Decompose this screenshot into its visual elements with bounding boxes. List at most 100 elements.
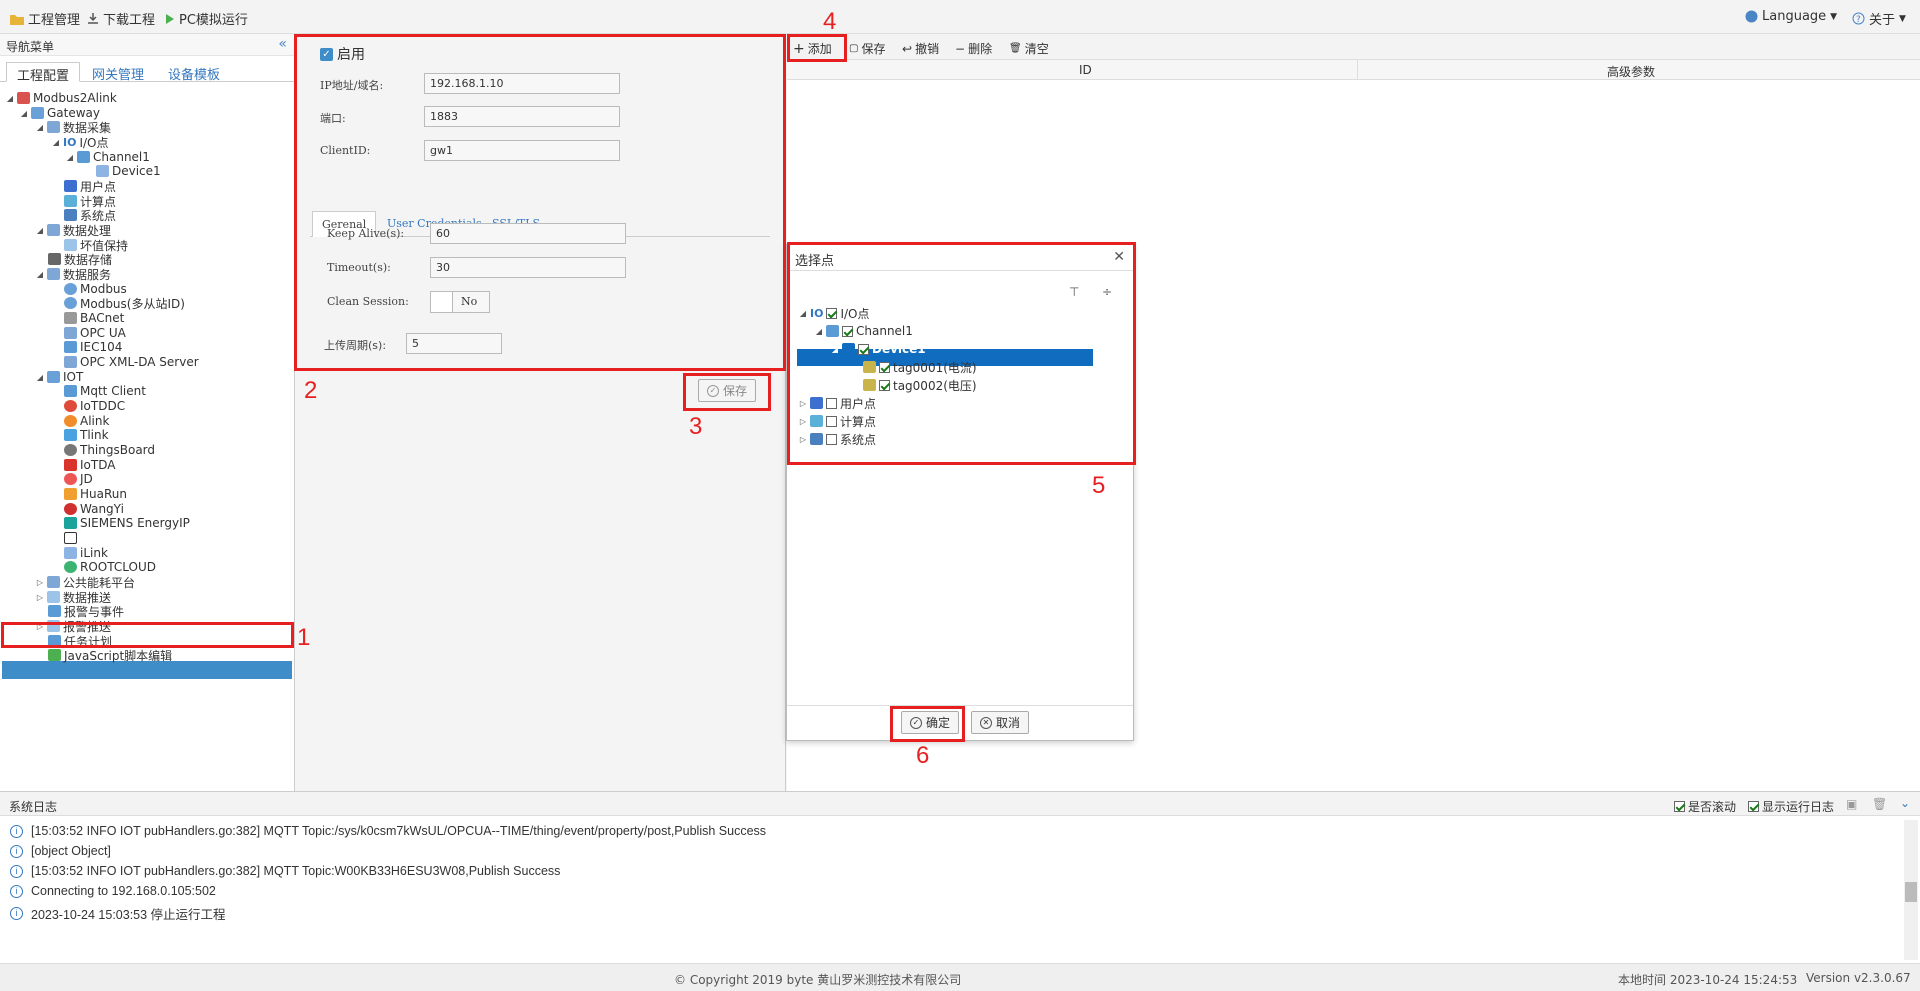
clean-session-label: Clean Session: (327, 295, 409, 308)
tag-icon (863, 361, 876, 373)
collapse-all-icon[interactable]: ÷ (1102, 285, 1112, 299)
upload-period-label: 上传周期(s): (324, 339, 387, 352)
toggle-value: No (461, 295, 478, 308)
annotation-number-1: 1 (297, 624, 311, 651)
about-label: 关于 (1869, 13, 1896, 28)
keepalive-field[interactable]: 60 (430, 223, 626, 244)
play-icon (166, 13, 174, 24)
annotation-number-6: 6 (916, 742, 930, 769)
checkbox-checked-icon[interactable] (879, 379, 890, 391)
collapse-log-icon[interactable]: ⌄ (1900, 796, 1910, 810)
enable-checkbox[interactable]: ✓ 启用 (320, 44, 365, 64)
about-menu[interactable]: ? 关于 ▼ (1852, 9, 1906, 28)
tree-label: ROOTCLOUD (80, 560, 156, 574)
io-icon: IO (63, 135, 77, 149)
info-icon: i (10, 844, 23, 858)
confirm-button[interactable]: ✓ 确定 (901, 711, 960, 734)
port-label: 端口: (320, 112, 346, 125)
col-advanced-header[interactable]: 高级参数 (1607, 63, 1655, 80)
device-icon (96, 165, 109, 177)
dlg-tree-io-points[interactable]: ◢ IO I/O点 (799, 304, 870, 322)
undo-button[interactable]: ↩ 撤销 (902, 40, 939, 57)
collapse-sidebar-icon[interactable]: « (278, 36, 287, 52)
auto-scroll-checkbox[interactable]: 是否滚动 (1674, 798, 1736, 815)
ulink-config-panel: ✓ 启用 IP地址/域名: 192.168.1.10 端口: 1883 Clie… (296, 34, 786, 791)
dlg-tree-device1[interactable]: ◢ Device1 (831, 340, 926, 358)
data-collection-icon (47, 121, 60, 133)
dlg-tree-system-points[interactable]: ▷ 系统点 (799, 430, 876, 448)
tree-label: I/O点 (840, 306, 870, 321)
user-points-icon (810, 397, 823, 409)
checkbox-checked-icon[interactable] (858, 343, 869, 355)
tree-label: 用户点 (840, 396, 877, 411)
tree-label: JD (80, 472, 93, 486)
export-log-icon[interactable]: ▣ (1846, 797, 1857, 811)
trash-icon[interactable]: 🗑 (1872, 797, 1887, 811)
ip-field[interactable]: 192.168.1.10 (424, 73, 620, 94)
dlg-tree-channel1[interactable]: ◢ Channel1 (815, 322, 913, 340)
delete-button[interactable]: − 删除 (955, 40, 992, 57)
check-circle-icon: ✓ (910, 716, 922, 729)
project-icon (17, 92, 30, 104)
upload-period-field[interactable]: 5 (406, 333, 502, 354)
tree-label: Ulink (80, 531, 111, 545)
download-project-button[interactable]: 下载工程 (87, 9, 155, 28)
tab-project-config[interactable]: 工程配置 (6, 62, 81, 84)
tab-gateway-mgmt[interactable]: 网关管理 (82, 62, 154, 83)
checkbox-icon[interactable] (826, 397, 837, 409)
clean-session-toggle[interactable]: No (430, 291, 490, 313)
tree-item-opc-xml-da[interactable]: OPC XML-DA Server (64, 353, 199, 371)
top-toolbar: 工程管理 下载工程 PC模拟运行 Language ▼ ? 关于 ▼ (0, 0, 1920, 34)
tree-label: Device1 (112, 164, 161, 178)
info-icon: i (10, 864, 23, 878)
dlg-tree-tag0001[interactable]: tag0001(电流) (863, 358, 977, 376)
data-processing-icon (47, 224, 60, 236)
add-button[interactable]: + 添加 (793, 40, 832, 57)
log-text: [15:03:52 INFO IOT pubHandlers.go:382] M… (31, 864, 561, 878)
cancel-label: 取消 (996, 716, 1021, 730)
sidebar: 导航菜单 « 工程配置 网关管理 设备模板 ◢ Modbus2Alink ◢ Gat… (0, 34, 295, 791)
code-icon (48, 649, 61, 661)
version-text: Version v2.3.0.67 (1806, 971, 1911, 985)
save-button[interactable]: ✓ 保存 (698, 379, 757, 402)
ulink-icon (64, 532, 77, 544)
tree-label: 系统点 (840, 432, 877, 447)
grid-toolbar: + 添加 ▢ 保存 ↩ 撤销 − 删除 🗑 清空 (787, 34, 1920, 60)
language-dropdown[interactable]: Language ▼ (1745, 9, 1837, 24)
clear-button[interactable]: 🗑 清空 (1009, 40, 1049, 57)
rootcloud-icon (64, 561, 77, 573)
sidebar-header: 导航菜单 « (0, 34, 295, 56)
log-scrollbar-thumb[interactable] (1905, 882, 1917, 902)
port-field[interactable]: 1883 (424, 106, 620, 127)
tree-item-js-editor[interactable]: JavaScript脚本编辑 (48, 646, 172, 664)
timeout-field[interactable]: 30 (430, 257, 626, 278)
opc-xml-icon (64, 356, 77, 368)
col-id-header[interactable]: ID (1079, 63, 1092, 77)
dialog-footer-divider (787, 705, 1133, 706)
undo-label: 撤销 (915, 42, 940, 56)
tab-device-template[interactable]: 设备模板 (158, 62, 230, 83)
checkbox-checked-icon[interactable] (826, 307, 838, 319)
show-run-log-checkbox[interactable]: 显示运行日志 (1748, 798, 1834, 815)
bacnet-icon (64, 312, 77, 324)
alarm-push-icon (47, 620, 60, 632)
dlg-tree-tag0002[interactable]: tag0002(电压) (863, 376, 977, 394)
log-line: i [object Object] (10, 844, 111, 858)
tree-label: ThingsBoard (80, 443, 156, 457)
checkbox-icon[interactable] (826, 433, 837, 445)
tree-label: HuaRun (80, 487, 127, 501)
pc-sim-run-button[interactable]: PC模拟运行 (165, 9, 248, 28)
calc-points-icon (810, 415, 823, 427)
dlg-tree-user-points[interactable]: ▷ 用户点 (799, 394, 876, 412)
expand-all-icon[interactable]: ⊤ (1069, 285, 1079, 299)
checkbox-checked-icon[interactable] (879, 361, 890, 373)
cancel-button[interactable]: ✕ 取消 (971, 711, 1030, 734)
log-scrollbar[interactable] (1904, 820, 1918, 960)
checkbox-checked-icon[interactable] (842, 325, 853, 337)
toolbar-save-button[interactable]: ▢ 保存 (849, 40, 885, 57)
project-mgmt-menu[interactable]: 工程管理 (10, 9, 80, 28)
close-icon[interactable]: ✕ (1113, 249, 1125, 265)
dlg-tree-calc-points[interactable]: ▷ 计算点 (799, 412, 876, 430)
clientid-field[interactable]: gw1 (424, 140, 620, 161)
checkbox-icon[interactable] (826, 415, 837, 427)
